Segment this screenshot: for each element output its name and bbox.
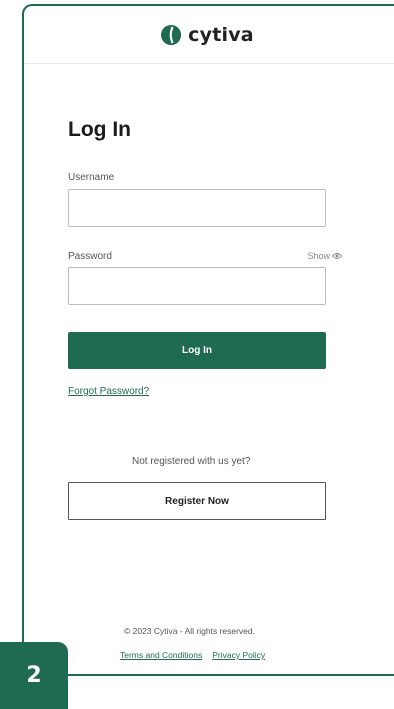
register-button[interactable]: Register Now: [68, 482, 326, 520]
password-input[interactable]: [68, 267, 326, 305]
brand-logo[interactable]: cytiva: [160, 24, 254, 46]
header: cytiva: [24, 6, 394, 64]
bottom-divider: [68, 674, 394, 676]
cytiva-logo-icon: [161, 24, 182, 45]
brand-name: cytiva: [188, 23, 254, 46]
step-badge: 2: [0, 642, 68, 709]
register-prompt: Not registered with us yet?: [132, 456, 251, 467]
footer-links: Terms and Conditions Privacy Policy: [120, 650, 265, 660]
show-label: Show: [307, 251, 330, 261]
copyright-text: © 2023 Cytiva - All rights reserved.: [124, 626, 255, 636]
eye-icon: [332, 253, 342, 259]
password-label: Password: [68, 251, 112, 262]
forgot-password-link[interactable]: Forgot Password?: [68, 386, 149, 397]
username-input[interactable]: [68, 189, 326, 227]
privacy-link[interactable]: Privacy Policy: [212, 650, 265, 660]
login-button[interactable]: Log In: [68, 332, 326, 369]
username-label: Username: [68, 172, 115, 183]
step-number: 2: [26, 663, 42, 688]
page-title: Log In: [68, 118, 131, 141]
show-password-toggle[interactable]: Show: [307, 251, 342, 261]
terms-link[interactable]: Terms and Conditions: [120, 650, 202, 660]
